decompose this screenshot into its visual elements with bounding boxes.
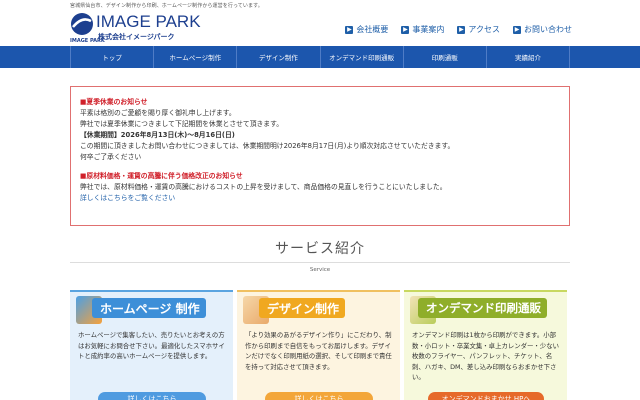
- nav-item-print[interactable]: 印刷通販: [402, 46, 486, 68]
- service-card-button[interactable]: 詳しくはこちら: [265, 392, 373, 400]
- service-card-design[interactable]: デザイン制作 「より効果のあがるデザイン作り」にこだわり、制作から印刷まで自信を…: [237, 290, 400, 400]
- notice-summer-period: 【休業期間】2026年8月13日(木)～8月16日(日): [80, 131, 235, 139]
- services-subtitle: Service: [309, 267, 331, 273]
- notice-summer-line: この期間に頂きましたお問い合わせにつきましては、休業期間明け2026年8月17日…: [80, 142, 455, 150]
- nav-item-design[interactable]: デザイン制作: [236, 46, 319, 68]
- services-divider: [70, 262, 570, 263]
- logo-mark-icon: [71, 13, 93, 35]
- arrow-right-icon: ▶: [513, 25, 521, 34]
- main-nav: トップ ホームページ制作 デザイン制作 オンデマンド印刷通販 印刷通販 実績紹介: [0, 46, 640, 68]
- logo-title: IMAGE PARK: [96, 12, 201, 31]
- notice-summer-heading: ■夏季休業のお知らせ: [80, 98, 148, 106]
- nav-item-homepage[interactable]: ホームページ制作: [153, 46, 236, 68]
- toplink-label: アクセス: [468, 25, 500, 34]
- company-logo[interactable]: IMAGE PARK IMAGE PARK 株式会社イメージパーク: [70, 12, 201, 44]
- service-card-text: オンデマンド印刷は1枚から印刷ができます。小部数・小ロット・卒業文集・卓上カレン…: [412, 331, 559, 381]
- notice-price-link[interactable]: 詳しくはこちらをご覧ください: [80, 193, 559, 204]
- top-links: ▶ 会社概要 ▶ 事業案内 ▶ アクセス ▶ お問い合わせ: [345, 24, 572, 35]
- toplink-access[interactable]: ▶ アクセス: [457, 24, 500, 35]
- notice-price-heading: ■原材料価格・運賃の高騰に伴う価格改正のお知らせ: [80, 172, 243, 180]
- service-card-button[interactable]: オンデマンドおまかせ HPへ: [428, 392, 544, 400]
- toplink-company[interactable]: ▶ 会社概要: [345, 24, 388, 35]
- toplink-label: 事業案内: [412, 25, 445, 34]
- toplink-label: お問い合わせ: [524, 25, 572, 34]
- arrow-right-icon: ▶: [457, 25, 466, 34]
- services-title: サービス紹介: [275, 241, 365, 257]
- notice-summer-line: 弊社では夏季休業につきまして下記期間を休業とさせて頂きます。: [80, 120, 284, 128]
- nav-item-works[interactable]: 実績紹介: [485, 46, 571, 68]
- header-tagline: 宮城県仙台市、デザイン制作から印刷、ホームページ制作から運営を行っています。: [70, 3, 263, 9]
- service-card-text: ホームページで集客したい、売りたいとお考えの方はお気軽にお問合せ下さい。最適化し…: [78, 331, 225, 360]
- nav-item-ondemand[interactable]: オンデマンド印刷通販: [319, 46, 403, 68]
- arrow-right-icon: ▶: [345, 25, 354, 34]
- service-card-ondemand[interactable]: オンデマンド印刷通販 オンデマンド印刷は1枚から印刷ができます。小部数・小ロット…: [404, 290, 567, 400]
- notice-summer-line: 平素は格別のご愛顧を賜り厚く御礼申し上げます。: [80, 109, 236, 117]
- nav-item-top[interactable]: トップ: [70, 46, 153, 68]
- toplink-contact[interactable]: ▶ お問い合わせ: [513, 24, 572, 35]
- service-card-homepage[interactable]: ホームページ 制作 ホームページで集客したい、売りたいとお考えの方はお気軽にお問…: [70, 290, 233, 400]
- service-card-title: オンデマンド印刷通販: [418, 298, 547, 318]
- toplink-label: 会社概要: [356, 25, 389, 34]
- service-card-title: ホームページ 制作: [92, 298, 206, 318]
- arrow-right-icon: ▶: [401, 25, 410, 34]
- toplink-business[interactable]: ▶ 事業案内: [401, 24, 444, 35]
- service-card-button[interactable]: 詳しくはこちら: [98, 392, 206, 400]
- service-card-text: 「より効果のあがるデザイン作り」にこだわり、制作から印刷まで自信をもってお届けし…: [245, 331, 392, 371]
- logo-subtitle: 株式会社イメージパーク: [98, 33, 175, 41]
- service-card-title: デザイン制作: [259, 298, 346, 318]
- notice-price-line: 弊社では、原材料価格・運賃の高騰におけるコストの上昇を受けまして、商品価格の見直…: [80, 183, 447, 191]
- notice-summer-line: 何卒ご了承ください: [80, 153, 142, 161]
- notice-box: ■夏季休業のお知らせ 平素は格別のご愛顧を賜り厚く御礼申し上げます。 弊社では夏…: [70, 86, 570, 226]
